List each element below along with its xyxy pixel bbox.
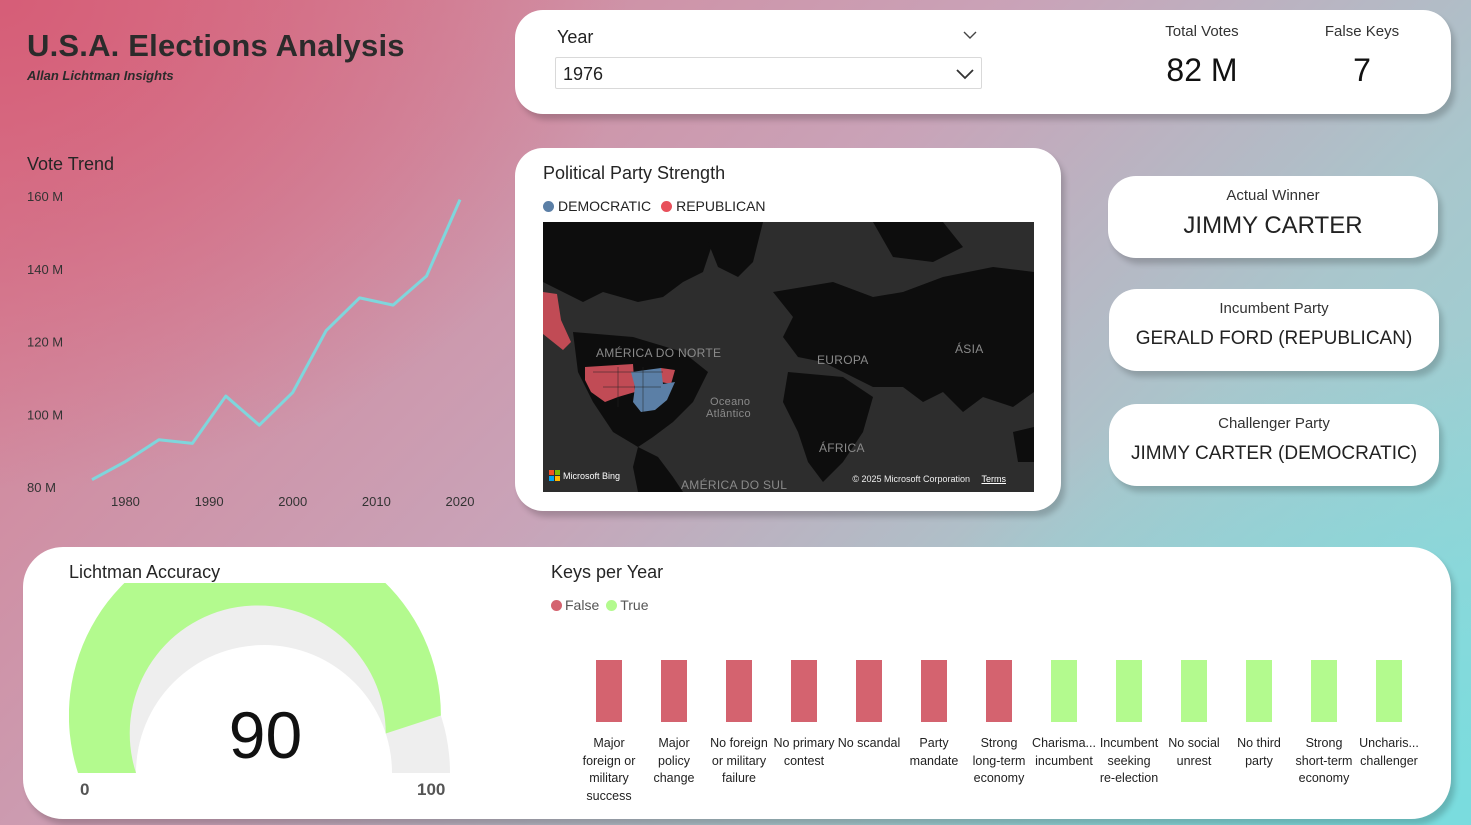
legend-democratic: DEMOCRATIC [558,198,652,214]
accuracy-title: Lichtman Accuracy [69,562,221,582]
y-tick-label: 160 M [27,189,63,204]
key-category-label: Major policy change [653,736,695,785]
map-legend: DEMOCRATIC REPUBLICAN [543,198,766,214]
chevron-down-icon [956,69,974,80]
key-category-label: Uncharis... challenger [1359,736,1419,768]
x-tick-label: 2020 [446,494,475,509]
map-label-europe: EUROPA [817,353,869,367]
false-legend-dot [551,599,562,611]
key-category-label: No foreign or military failure [710,736,768,785]
year-slicer-label: Year [557,27,594,47]
key-category-label: Party mandate [909,736,959,768]
key-bar[interactable] [1116,660,1142,722]
map-label-south-america: AMÉRICA DO SUL [681,478,788,492]
key-bar[interactable] [596,660,622,722]
vote-trend-title: Vote Trend [27,154,115,174]
gauge-min-label: 0 [80,780,90,799]
key-bar[interactable] [791,660,817,722]
incumbent-party-value: GERALD FORD (REPUBLICAN) [1135,328,1413,349]
key-bar[interactable] [1376,660,1402,722]
legend-false: False [565,597,600,613]
map-terms-link[interactable]: Terms [982,474,1007,484]
chevron-down-icon[interactable] [963,28,977,42]
incumbent-party-label: Incumbent Party [1219,300,1329,317]
keys-per-year-chart[interactable] [568,647,1428,727]
challenger-party-card: Challenger Party JIMMY CARTER (DEMOCRATI… [1109,404,1439,486]
bing-logo: Microsoft Bing [549,470,620,481]
key-category-label: No third party [1237,736,1281,768]
page-subtitle: Allan Lichtman Insights [27,68,174,83]
key-category-label: Incumbent seeking re-election [1099,736,1159,785]
legend-republican: REPUBLICAN [676,198,766,214]
y-tick-label: 80 M [27,480,56,495]
key-category-label: No primary contest [773,736,835,768]
key-bar[interactable] [1181,660,1207,722]
gauge-value: 90 [228,698,303,772]
key-category-label: Strong long-term economy [972,736,1026,785]
map-label-ocean-atlantic: Atlântico [706,408,751,420]
key-bar[interactable] [1051,660,1077,722]
gauge-max-label: 100 [417,780,446,799]
key-category-label: No social unrest [1168,736,1220,768]
false-keys-label: False Keys [1324,23,1400,40]
keys-legend: False True [551,597,649,613]
republican-legend-dot [661,200,673,212]
total-votes-label: Total Votes [1165,23,1239,40]
true-legend-dot [606,599,618,611]
map-title: Political Party Strength [543,163,726,183]
vote-trend-chart[interactable]: 80 M 100 M 120 M 140 M 160 M 1980 1990 2000 2010… [20,180,480,520]
map-label-asia: ÁSIA [955,342,984,356]
party-strength-map-card: Political Party Strength DEMOCRATIC REPU… [515,148,1061,511]
key-category-label: No scandal [837,736,901,750]
total-votes-value: 82 M [1166,52,1238,88]
x-tick-label: 2000 [278,494,307,509]
actual-winner-value: JIMMY CARTER [1183,212,1363,239]
microsoft-logo-icon [549,470,560,481]
actual-winner-label: Actual Winner [1226,187,1320,204]
challenger-party-value: JIMMY CARTER (DEMOCRATIC) [1130,443,1418,464]
false-keys-value: 7 [1353,52,1371,88]
key-category-label: Strong short-term economy [1295,736,1353,785]
key-bar[interactable] [661,660,687,722]
x-tick-label: 1980 [111,494,140,509]
vote-trend-line[interactable] [91,199,462,482]
key-bar[interactable] [1246,660,1272,722]
legend-true: True [620,597,649,613]
map-copyright: © 2025 Microsoft Corporation [852,474,970,484]
democratic-legend-dot [543,200,554,212]
incumbent-party-card: Incumbent Party GERALD FORD (REPUBLICAN) [1109,289,1439,371]
key-bar[interactable] [921,660,947,722]
key-bar[interactable] [726,660,752,722]
x-tick-label: 1990 [195,494,224,509]
key-bar[interactable] [986,660,1012,722]
y-tick-label: 140 M [27,262,63,277]
keys-per-year-title: Keys per Year [551,562,664,582]
key-category-label: Major foreign or military success [582,736,636,803]
page-title: U.S.A. Elections Analysis [27,28,405,63]
map-label-africa: ÁFRICA [819,441,865,455]
y-tick-label: 100 M [27,407,63,422]
y-tick-label: 120 M [27,335,63,350]
x-tick-label: 2010 [362,494,391,509]
filter-kpi-card: Year 1976 Total Votes 82 M False Keys 7 [515,10,1451,114]
bing-label: Microsoft Bing [563,470,621,481]
key-category-label: Charisma... incumbent [1032,736,1096,768]
accuracy-keys-card: Lichtman Accuracy 90 0 100 Keys per Year… [23,547,1451,819]
year-dropdown-value: 1976 [563,64,604,84]
key-bar[interactable] [856,660,882,722]
year-dropdown[interactable]: 1976 [555,57,982,89]
world-map[interactable]: AMÉRICA DO NORTE EUROPA ÁSIA Oceano Atlâ… [543,222,1034,492]
actual-winner-card: Actual Winner JIMMY CARTER [1108,176,1438,258]
map-label-north-america: AMÉRICA DO NORTE [596,346,722,360]
key-bar[interactable] [1311,660,1337,722]
map-label-ocean: Oceano [710,396,751,408]
challenger-party-label: Challenger Party [1218,415,1330,432]
